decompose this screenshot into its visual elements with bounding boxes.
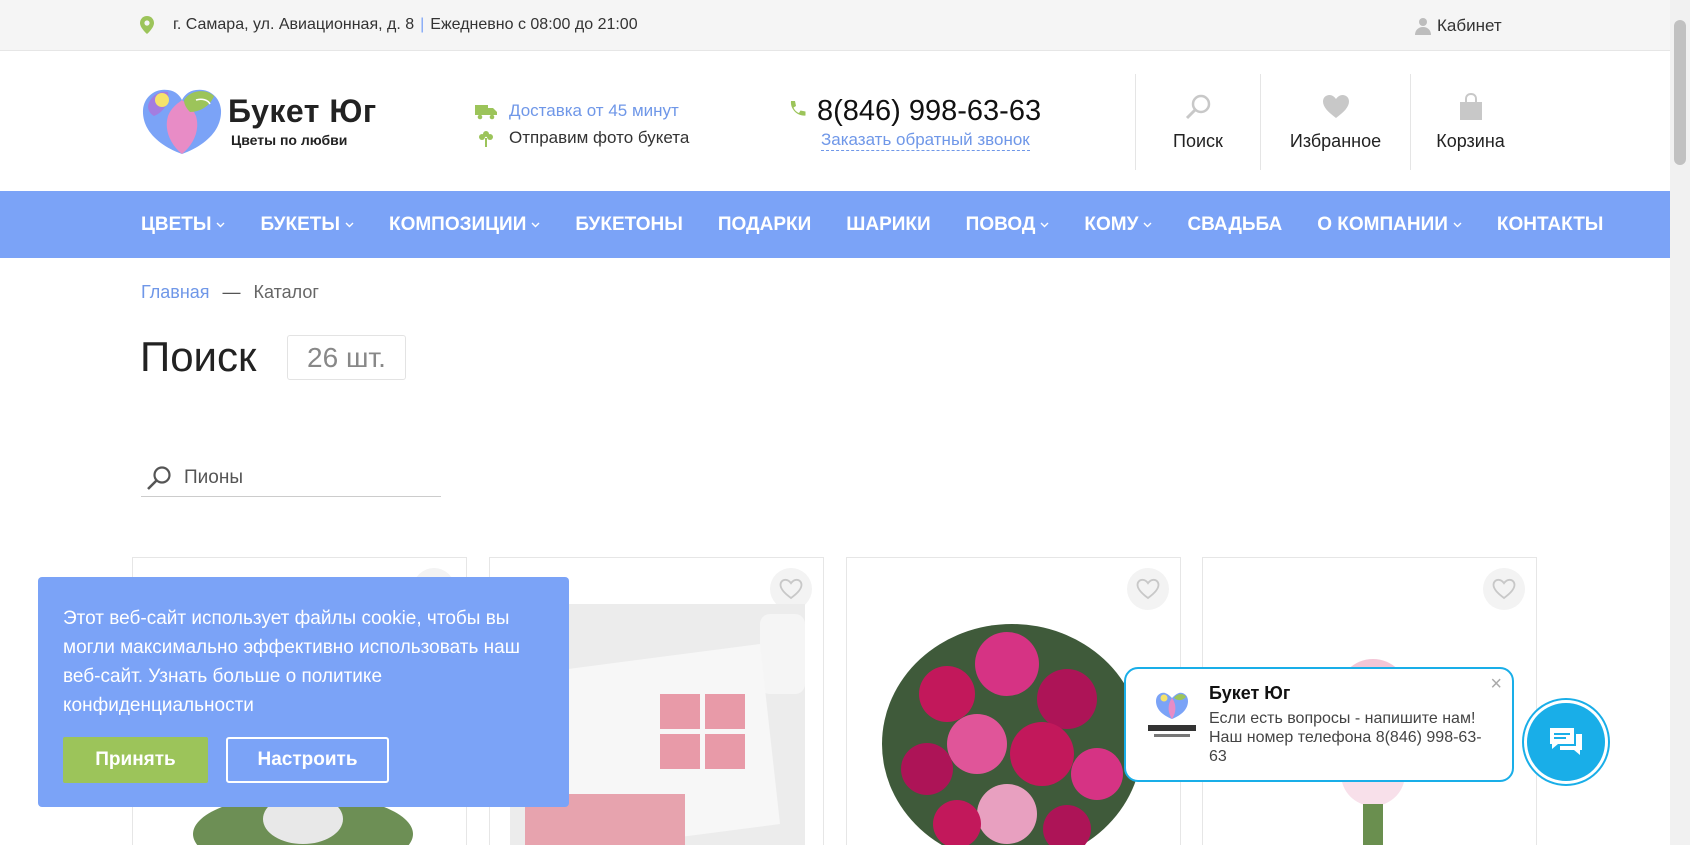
address-text: г. Самара, ул. Авиационная, д. 8 [173,16,415,33]
user-icon [1415,18,1431,35]
header: Букет Юг Цветы по любви Доставка от 45 м… [0,51,1670,191]
cabinet-link[interactable]: Кабинет [1415,16,1502,36]
photo-text: Отправим фото букета [509,127,690,147]
nav-item-10[interactable]: О КОМПАНИИ [1317,214,1462,236]
scrollbar[interactable] [1670,0,1690,845]
nav-item-label: ШАРИКИ [846,213,931,235]
nav-item-label: КОМУ [1084,213,1139,235]
delivery-link[interactable]: Доставка от 45 минут [509,101,679,121]
search-button[interactable]: Поиск [1135,74,1260,170]
callback-link[interactable]: Заказать обратный звонок [821,130,1030,151]
breadcrumb-home[interactable]: Главная [141,282,210,303]
nav-item-4[interactable]: БУКЕТОНЫ [575,214,683,236]
phone-number[interactable]: 8(846) 998-63-63 [817,95,1041,128]
heart-icon [1322,94,1349,118]
chat-popup: × Букет Юг Если есть вопросы - напишите … [1124,667,1514,782]
working-hours: Ежедневно с 08:00 до 21:00 [430,16,638,33]
nav-item-label: СВАДЬБА [1187,213,1283,235]
nav-item-label: БУКЕТОНЫ [575,213,683,235]
address-separator: | [420,16,425,33]
delivery-info: Доставка от 45 минут Отправим фото букет… [475,97,689,151]
page: г. Самара, ул. Авиационная, д. 8 | Ежедн… [0,0,1690,845]
product-image [882,624,1142,845]
phone-block: 8(846) 998-63-63 Заказать обратный звоно… [788,95,1041,151]
favorites-button[interactable]: Избранное [1260,74,1410,170]
main-nav: ЦВЕТЫ БУКЕТЫ КОМПОЗИЦИИ БУКЕТОНЫ ПОДАРКИ ШАРИ… [0,191,1670,258]
logo-heart-icon [142,89,222,154]
nav-item-label: ПОВОД [965,213,1036,235]
nav-item-5[interactable]: ПОДАРКИ [718,214,811,236]
nav-item-8[interactable]: КОМУ [1084,214,1152,236]
breadcrumb-current: Каталог [253,282,319,302]
nav-item-label: КОНТАКТЫ [1496,213,1604,235]
chat-open-button[interactable] [1524,700,1608,784]
chat-close-button[interactable]: × [1490,673,1502,696]
nav-item-label: ЦВЕТЫ [141,213,212,235]
cookie-settings-button[interactable]: Настроить [226,737,389,783]
shopping-bag-icon [1459,92,1482,120]
logo[interactable]: Букет Юг Цветы по любви [140,86,377,156]
nav-item-7[interactable]: ПОВОД [966,214,1050,236]
brand-slogan: Цветы по любви [231,132,348,148]
chat-avatar [1148,692,1196,737]
search-icon [147,466,171,490]
page-title: Поиск [140,333,257,380]
results-count-badge: 26 шт. [287,335,406,380]
chevron-down-icon [345,222,354,227]
nav-item-label: ПОДАРКИ [717,213,812,235]
chevron-down-icon [531,222,540,227]
nav-item-3[interactable]: КОМПОЗИЦИИ [389,214,540,236]
nav-item-9[interactable]: СВАДЬБА [1187,214,1282,236]
nav-item-11[interactable]: КОНТАКТЫ [1497,214,1604,236]
chevron-down-icon [1040,222,1049,227]
nav-item-1[interactable]: ЦВЕТЫ [141,214,225,236]
flower-icon [479,130,493,147]
heart-outline-icon [1492,578,1516,600]
brand-name: Букет Юг [228,93,377,129]
breadcrumb-separator: — [222,282,241,302]
top-bar: г. Самара, ул. Авиационная, д. 8 | Ежедн… [0,0,1670,51]
breadcrumb: Главная — Каталог [141,282,319,303]
search-field[interactable]: Пионы [141,460,441,497]
cart-label: Корзина [1436,130,1505,151]
search-input[interactable]: Пионы [184,467,243,489]
heart-outline-icon [779,578,803,600]
nav-item-label: КОМПОЗИЦИИ [388,213,527,235]
cookie-message: Этот веб-сайт использует файлы cookie, ч… [63,608,520,716]
nav-item-2[interactable]: БУКЕТЫ [260,213,354,236]
chat-bubbles-icon [1550,728,1582,755]
scrollbar-thumb[interactable] [1674,20,1686,165]
cookie-accept-button[interactable]: Принять [63,737,208,783]
truck-icon [475,104,497,119]
nav-item-label: БУКЕТЫ [260,213,340,235]
chat-text: Если есть вопросы - напишите нам! Наш но… [1209,710,1482,765]
chevron-down-icon [1453,222,1462,227]
search-icon [1185,94,1211,119]
search-label: Поиск [1173,130,1223,151]
cabinet-label: Кабинет [1437,16,1502,35]
nav-item-6[interactable]: ШАРИКИ [846,214,930,236]
chevron-down-icon [1143,222,1152,227]
map-pin-icon [140,16,154,34]
nav-item-label: О КОМПАНИИ [1317,213,1448,235]
favorites-label: Избранное [1289,130,1382,151]
cookie-banner: Этот веб-сайт использует файлы cookie, ч… [38,577,569,807]
phone-icon [790,100,806,116]
address-block: г. Самара, ул. Авиационная, д. 8 | Ежедн… [140,16,638,34]
chevron-down-icon [216,222,225,227]
chat-name: Букет Юг [1209,683,1291,703]
cart-button[interactable]: Корзина [1410,74,1530,170]
heart-outline-icon [1136,578,1160,600]
